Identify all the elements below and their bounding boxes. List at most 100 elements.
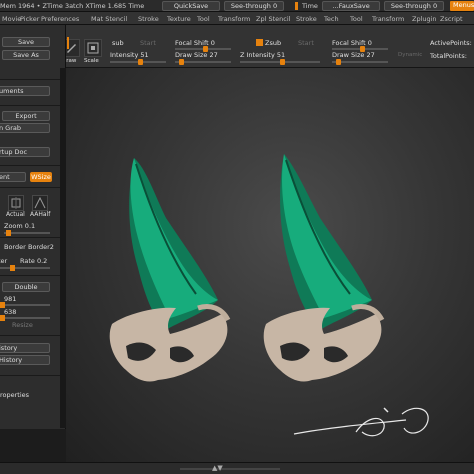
menu-transform-2[interactable]: Transform [372,15,404,23]
width-value[interactable]: 981 [4,295,16,303]
zoom-label[interactable]: Zoom 0.1 [4,222,35,230]
quicksave-button[interactable]: QuickSave [162,1,220,11]
width-slider[interactable] [0,302,50,308]
start-label-2: Start [298,39,314,47]
time-indicator [295,2,298,10]
z-intensity-label[interactable]: Z Intensity 51 [240,51,285,59]
panel-divider [0,375,66,376]
documents-button[interactable]: uments [0,86,50,96]
see-through-1-button[interactable]: See-through 0 [224,1,284,11]
memory-readout: Mem 1964 • ZTime 3atch XTime 1.685 Time [0,2,145,10]
grab-button[interactable]: n Grab [0,123,50,133]
intensity-slider-label[interactable]: Intensity 51 [110,51,149,59]
draw-size-1-knob[interactable] [179,59,184,65]
focal-shift-2-value: 0 [367,39,372,47]
see-through-2-button[interactable]: See-through 0 [384,1,444,11]
menu-tool-2[interactable]: Tool [350,15,363,23]
menu-picker[interactable]: Picker [20,15,39,23]
menu-texture[interactable]: Texture [167,15,191,23]
ter-label[interactable]: ter [0,257,7,265]
zsub-toggle[interactable] [256,39,263,46]
z-intensity-knob[interactable] [280,59,285,65]
menu-zpl-stencil[interactable]: Zpl Stencil [256,15,290,23]
history-button-1[interactable]: istory [0,343,50,353]
menu-tech[interactable]: Tech [324,15,339,23]
status-bar: Mem 1964 • ZTime 3atch XTime 1.685 Time … [0,0,474,12]
panel-divider [0,335,66,336]
draw-size-2-knob[interactable] [336,59,341,65]
see-through-1-label: See-through [230,2,271,10]
menu-tool[interactable]: Tool [197,15,210,23]
artist-signature [293,407,429,437]
save-as-button[interactable]: Save As [2,50,50,60]
draw-size-2-slider[interactable] [332,59,388,65]
menu-movie[interactable]: Movie [2,15,21,23]
panel-divider [0,165,66,166]
aahalf-label: AAHalf [30,211,51,218]
height-slider[interactable] [0,315,50,321]
scroll-arrows-icon[interactable]: ▲▼ [212,464,223,472]
rate-knob[interactable] [10,265,15,271]
bottom-bar: ▲▼ [0,462,474,474]
intensity-knob[interactable] [138,59,143,65]
total-points-label: TotalPoints: [430,52,467,60]
history-button-2[interactable]: History [0,355,50,365]
height-value[interactable]: 638 [4,308,16,316]
save-button[interactable]: Save [2,37,50,47]
border2-label[interactable]: Border2 [28,243,54,251]
focal-shift-2-label[interactable]: Focal Shift 0 [332,39,372,47]
height-knob[interactable] [0,315,5,321]
focal-shift-1-slider[interactable] [175,46,231,52]
sculpt-model-right [263,154,385,382]
panel-divider [0,79,66,80]
panel-divider [0,237,66,238]
wsize-button[interactable]: WSize [30,172,52,182]
zsub-label[interactable]: Zsub [265,39,281,47]
properties-label[interactable]: roperties [0,391,29,399]
actual-label: Actual [6,211,25,218]
zoom-knob[interactable] [6,230,11,236]
menu-transform[interactable]: Transform [218,15,250,23]
zoom-slider[interactable] [4,230,50,236]
menu-zplugin[interactable]: Zplugin [412,15,437,23]
bottom-scrollbar[interactable] [180,468,280,470]
actual-icon [11,197,21,209]
scale-tile[interactable] [84,39,102,57]
draw-size-1-label[interactable]: Draw Size 27 [175,51,218,59]
draw-size-2-label[interactable]: Draw Size 27 [332,51,375,59]
scale-icon [87,42,99,54]
top-shelf: Draw Scale sub Start Intensity 51 Focal … [60,25,474,68]
time-label: Time [302,2,318,10]
dynamic-label[interactable]: Dynamic [398,52,422,58]
aahalf-button[interactable] [32,195,48,211]
panel-divider [0,105,66,106]
rate-slider[interactable] [0,265,50,271]
rate-label[interactable]: Rate 0.2 [20,257,47,265]
sculpt-models [109,154,429,437]
menu-stroke[interactable]: Stroke [138,15,159,23]
border-label[interactable]: Border [4,243,26,251]
start-label-1: Start [140,39,156,47]
menu-zscript[interactable]: Zscript [440,15,463,23]
menu-mat-stencil[interactable]: Mat Stencil [91,15,127,23]
draw-size-1-slider[interactable] [175,59,231,65]
menus-button[interactable]: Menus [450,1,474,11]
fauxsave-button[interactable]: …FauxSave [322,1,380,11]
resize-button[interactable]: Resize [12,321,33,329]
z-intensity-slider[interactable] [240,59,320,65]
intensity-slider[interactable] [110,59,166,65]
startup-doc-button[interactable]: rtup Doc [0,147,50,157]
menu-preferences[interactable]: Preferences [41,15,79,23]
actual-button[interactable] [8,195,24,211]
viewport-canvas[interactable] [66,68,474,462]
ent-button[interactable]: ent [0,172,26,182]
see-through-2-value: 0 [432,2,438,10]
sub-label[interactable]: sub [112,39,124,47]
focal-shift-2-slider[interactable] [332,46,388,52]
left-panel: Save Save As uments Export n Grab rtup D… [0,25,66,429]
focal-shift-1-label[interactable]: Focal Shift 0 [175,39,215,47]
menu-stroke-2[interactable]: Stroke [296,15,317,23]
export-button[interactable]: Export [2,111,50,121]
active-points-label: ActivePoints: [430,39,472,47]
double-button[interactable]: Double [2,282,50,292]
